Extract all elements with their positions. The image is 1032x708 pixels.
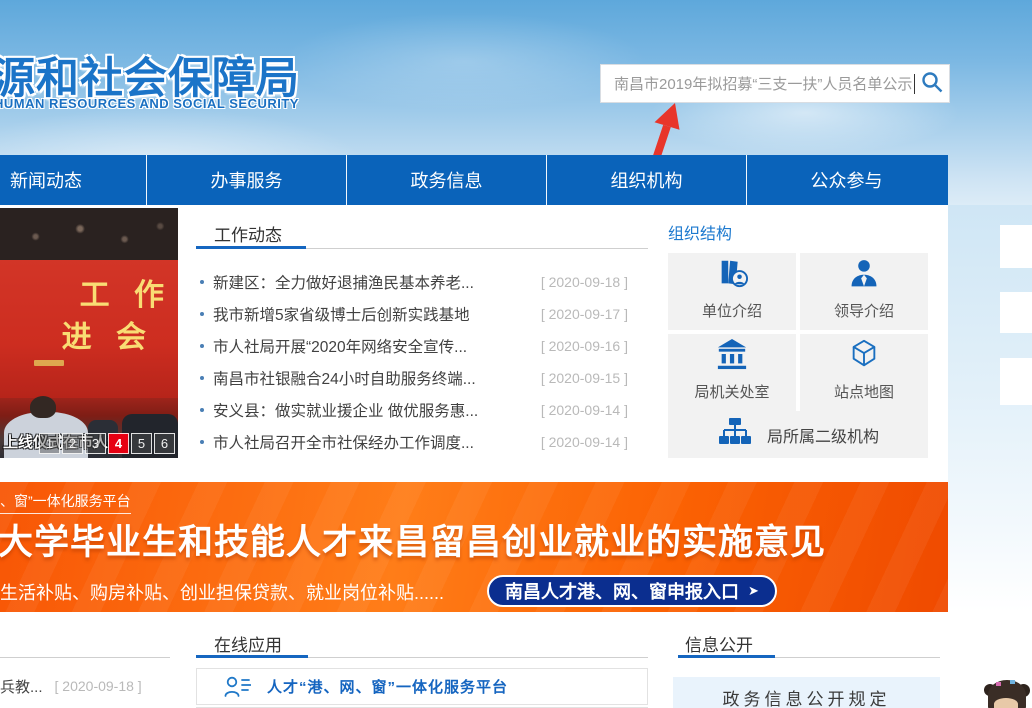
bullet-icon: [200, 408, 204, 412]
talent-portal-entry-button[interactable]: 南昌人才港、网、窗申报入口 ➤: [487, 575, 777, 607]
news-row[interactable]: 市人社局召开全市社保经办工作调度... [ 2020-09-14 ]: [196, 426, 648, 458]
org-card-subordinate-agencies[interactable]: 局所属二级机构: [668, 411, 928, 458]
news-list: 新建区：全力做好退捕渔民基本养老... [ 2020-09-18 ] 我市新增5…: [196, 266, 648, 458]
nav-item-news[interactable]: 新闻动态: [0, 155, 146, 205]
tab-underline-active: [196, 655, 308, 658]
carousel-photo-stage-lights: [0, 208, 178, 260]
promo-banner-small-text: 、窗”一体化服务平台: [0, 491, 131, 514]
news-row[interactable]: 我市新增5家省级博士后创新实践基地 [ 2020-09-17 ]: [196, 298, 648, 330]
nav-item-services[interactable]: 办事服务: [146, 155, 346, 205]
news-carousel[interactable]: 工 作 进 会 上线仪式在市人社 1 2 3 4 5 6: [0, 208, 178, 458]
nav-item-organization[interactable]: 组织机构: [546, 155, 746, 205]
main-navigation: 新闻动态 办事服务 政务信息 组织机构 公众参与: [0, 155, 948, 205]
bullet-icon: [200, 440, 204, 444]
carousel-banner-subtext: [34, 360, 64, 366]
bullet-icon: [200, 376, 204, 380]
nav-item-gov-info[interactable]: 政务信息: [346, 155, 546, 205]
promo-banner-title: 大学毕业生和技能人才来昌留昌创业就业的实施意见: [0, 514, 826, 565]
side-widget-2[interactable]: [1000, 292, 1032, 333]
tab-underline-rest: [306, 248, 648, 249]
user-list-icon: [223, 675, 251, 699]
side-widget-3[interactable]: [1000, 358, 1032, 405]
nav-item-public-participation[interactable]: 公众参与: [746, 155, 946, 205]
carousel-page-2[interactable]: 2: [62, 433, 83, 454]
org-card-leader-intro[interactable]: 领导介绍: [800, 253, 928, 330]
tab-info-public[interactable]: 信息公开: [685, 631, 753, 656]
search-input[interactable]: 南昌市2019年拟招募“三支一扶”人员名单公示: [601, 73, 913, 94]
tab-underline-active: [196, 246, 306, 249]
arrow-right-icon: ➤: [748, 583, 759, 599]
tab-underline-rest: [308, 657, 648, 658]
bullet-icon: [200, 312, 204, 316]
bank-icon: [715, 338, 749, 375]
carousel-banner-text-line2: 进 会: [62, 312, 154, 356]
org-structure-heading[interactable]: 组织结构: [668, 220, 732, 244]
child-head-photo: [984, 674, 1032, 708]
news-row[interactable]: 安义县：做实就业援企业 做优服务惠... [ 2020-09-14 ]: [196, 394, 648, 426]
carousel-page-6[interactable]: 6: [154, 433, 175, 454]
person-icon: [848, 257, 880, 294]
search-box[interactable]: 南昌市2019年拟招募“三支一扶”人员名单公示: [600, 64, 950, 103]
side-widget-1[interactable]: [1000, 225, 1032, 268]
info-public-rules-link[interactable]: 政务信息公开规定: [673, 677, 940, 708]
search-icon: [920, 70, 944, 97]
news-row[interactable]: 南昌市社银融合24小时自助服务终端... [ 2020-09-15 ]: [196, 362, 648, 394]
carousel-page-1[interactable]: 1: [39, 433, 60, 454]
org-card-grid: 单位介绍 领导介绍 局机关处室: [668, 253, 928, 411]
promo-banner-subtitle: 生活补贴、购房补贴、创业担保贷款、就业岗位补贴......: [0, 579, 444, 605]
sitemap-icon: [717, 417, 753, 452]
org-card-sitemap[interactable]: 站点地图: [800, 334, 928, 411]
carousel-page-4-active[interactable]: 4: [108, 433, 129, 454]
bullet-icon: [200, 280, 204, 284]
carousel-page-5[interactable]: 5: [131, 433, 152, 454]
cube-icon: [847, 338, 881, 375]
org-card-unit-intro[interactable]: 单位介绍: [668, 253, 796, 330]
news-row[interactable]: 新建区：全力做好退捕渔民基本养老... [ 2020-09-18 ]: [196, 266, 648, 298]
left-news-row-partial[interactable]: 兵教... [ 2020-09-18 ]: [0, 672, 170, 700]
carousel-banner-text-line1: 工 作: [80, 270, 172, 314]
online-app-row-talent-platform[interactable]: 人才“港、网、窗”一体化服务平台: [196, 668, 648, 705]
carousel-page-3[interactable]: 3: [85, 433, 106, 454]
site-logo-english: HUMAN RESOURCES AND SOCIAL SECURITY: [0, 96, 299, 111]
carousel-pagination: 1 2 3 4 5 6: [39, 433, 175, 454]
tab-online-apps[interactable]: 在线应用: [214, 631, 282, 656]
book-icon: [715, 257, 749, 294]
left-tab-underline: [0, 657, 170, 658]
tab-underline-active: [678, 655, 775, 658]
bullet-icon: [200, 344, 204, 348]
search-button[interactable]: [915, 65, 949, 102]
tab-work-news[interactable]: 工作动态: [214, 221, 282, 246]
org-card-departments[interactable]: 局机关处室: [668, 334, 796, 411]
tab-underline-rest: [775, 657, 940, 658]
news-row[interactable]: 市人社局开展“2020年网络安全宣传... [ 2020-09-16 ]: [196, 330, 648, 362]
